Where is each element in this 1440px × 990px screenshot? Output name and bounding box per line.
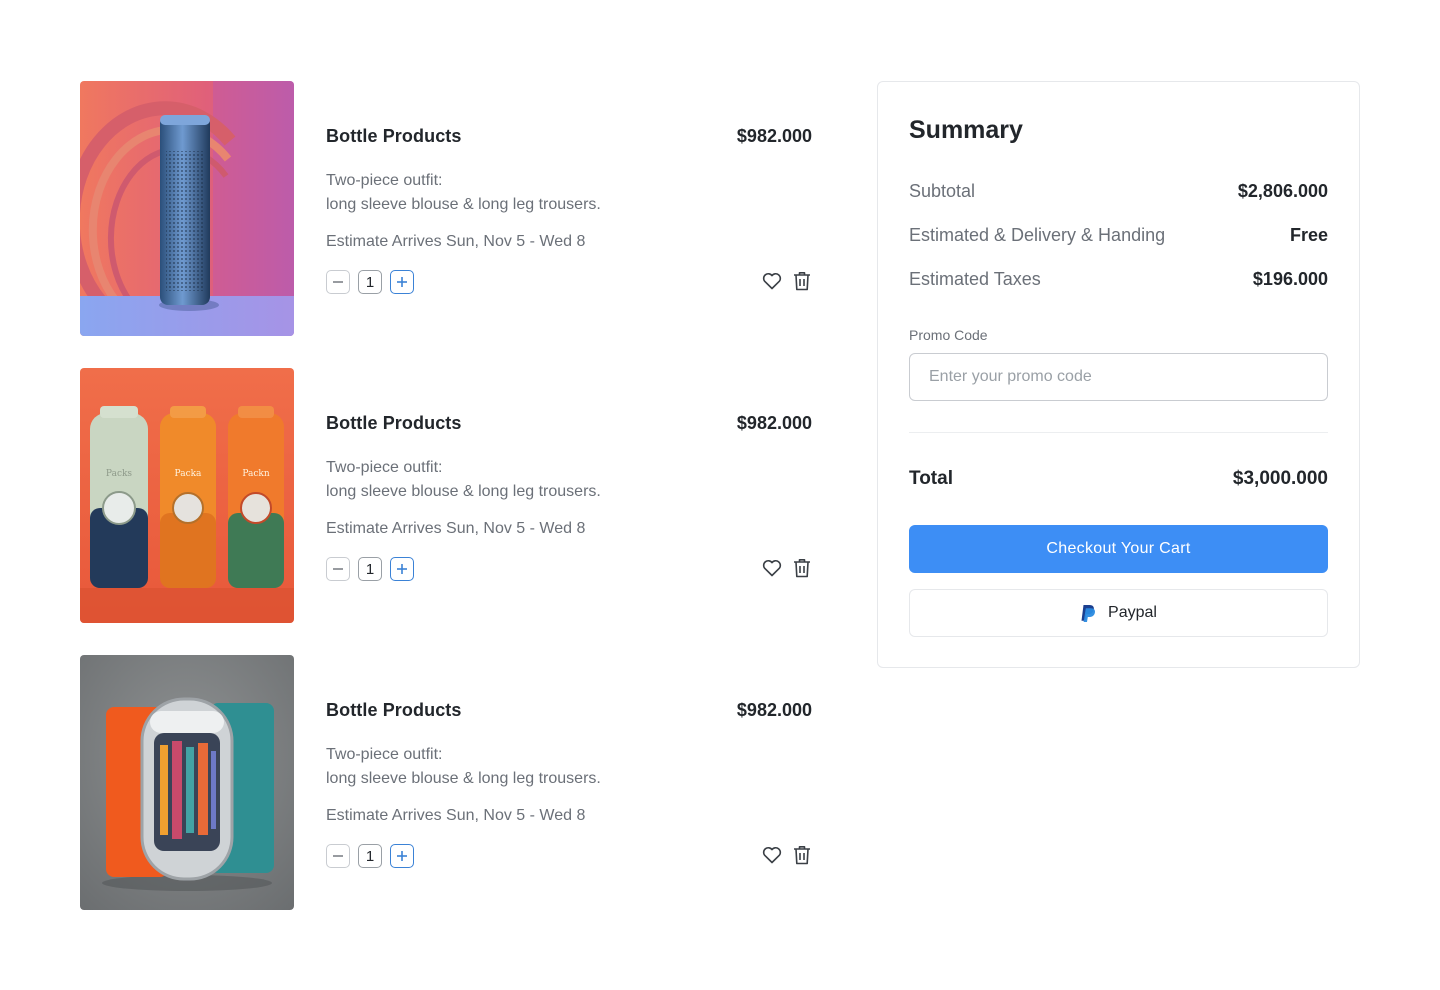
heart-icon <box>762 559 782 577</box>
total-label: Total <box>909 468 953 489</box>
product-description-line: long sleeve blouse & long leg trousers. <box>326 483 601 500</box>
trash-icon <box>794 559 810 578</box>
heart-icon <box>762 272 782 290</box>
decrease-quantity-button[interactable] <box>326 270 350 294</box>
taxes-row: Estimated Taxes $196.000 <box>909 269 1328 290</box>
subtotal-row: Subtotal $2,806.000 <box>909 181 1328 202</box>
heart-icon <box>762 846 782 864</box>
bottle-label: Packn <box>242 469 270 479</box>
quantity-value[interactable]: 1 <box>358 844 382 868</box>
total-row: Total $3,000.000 <box>909 468 1328 490</box>
remove-item-button[interactable] <box>792 270 812 292</box>
product-image-capsule-pack[interactable] <box>80 655 294 910</box>
cart-item: Packs Packa Packn Bottle Products $982.0… <box>80 368 814 624</box>
product-description-line: Two-piece outfit: <box>326 746 443 763</box>
minus-icon <box>333 281 343 283</box>
delivery-label: Estimated & Delivery & Handing <box>909 225 1166 245</box>
trash-icon <box>794 846 810 865</box>
product-price: $982.000 <box>736 126 812 146</box>
order-summary-panel: Summary Subtotal $2,806.000 Estimated & … <box>877 81 1360 668</box>
quantity-stepper: 1 <box>326 844 414 868</box>
subtotal-value: $2,806.000 <box>1237 181 1328 201</box>
trash-icon <box>794 272 810 291</box>
minus-icon <box>333 568 343 570</box>
plus-icon <box>397 277 407 287</box>
product-description-line: long sleeve blouse & long leg trousers. <box>326 196 601 213</box>
delivery-estimate: Estimate Arrives Sun, Nov 5 - Wed 8 <box>326 807 586 824</box>
delivery-estimate: Estimate Arrives Sun, Nov 5 - Wed 8 <box>326 520 586 537</box>
three-bottles-illustration: Packs Packa Packn <box>80 368 294 623</box>
product-image-blue-bottle[interactable] <box>80 81 294 336</box>
product-title[interactable]: Bottle Products <box>326 413 462 434</box>
total-value: $3,000.000 <box>1232 468 1328 489</box>
quantity-stepper: 1 <box>326 270 414 294</box>
wishlist-button[interactable] <box>762 270 782 292</box>
cart-item: Bottle Products $982.000 Two-piece outfi… <box>80 81 814 337</box>
product-title[interactable]: Bottle Products <box>326 700 462 721</box>
product-image-three-bottles[interactable]: Packs Packa Packn <box>80 368 294 623</box>
product-description: Two-piece outfit: long sleeve blouse & l… <box>326 743 601 791</box>
bottle-label: Packa <box>175 469 203 479</box>
quantity-stepper: 1 <box>326 557 414 581</box>
increase-quantity-button[interactable] <box>390 844 414 868</box>
delivery-row: Estimated & Delivery & Handing Free <box>909 225 1328 246</box>
checkout-button[interactable]: Checkout Your Cart <box>909 525 1328 573</box>
product-description: Two-piece outfit: long sleeve blouse & l… <box>326 456 601 504</box>
taxes-value: $196.000 <box>1252 269 1328 289</box>
item-actions <box>762 270 812 292</box>
delivery-value: Free <box>1289 225 1328 245</box>
increase-quantity-button[interactable] <box>390 270 414 294</box>
wishlist-button[interactable] <box>762 844 782 866</box>
remove-item-button[interactable] <box>792 844 812 866</box>
summary-title: Summary <box>909 116 1023 144</box>
taxes-label: Estimated Taxes <box>909 269 1041 289</box>
product-price: $982.000 <box>736 700 812 720</box>
item-actions <box>762 844 812 866</box>
paypal-button[interactable]: Paypal <box>909 589 1328 637</box>
cart-item: Bottle Products $982.000 Two-piece outfi… <box>80 655 814 911</box>
plus-icon <box>397 564 407 574</box>
item-actions <box>762 557 812 579</box>
subtotal-label: Subtotal <box>909 181 976 201</box>
promo-code-input[interactable] <box>909 353 1328 401</box>
increase-quantity-button[interactable] <box>390 557 414 581</box>
remove-item-button[interactable] <box>792 557 812 579</box>
blue-bottle-illustration <box>80 81 294 336</box>
product-title[interactable]: Bottle Products <box>326 126 462 147</box>
decrease-quantity-button[interactable] <box>326 844 350 868</box>
quantity-value[interactable]: 1 <box>358 557 382 581</box>
capsule-pack-illustration <box>80 655 294 910</box>
product-description: Two-piece outfit: long sleeve blouse & l… <box>326 169 601 217</box>
decrease-quantity-button[interactable] <box>326 557 350 581</box>
paypal-label: Paypal <box>1108 604 1157 621</box>
plus-icon <box>397 851 407 861</box>
paypal-icon <box>1081 604 1096 622</box>
delivery-estimate: Estimate Arrives Sun, Nov 5 - Wed 8 <box>326 233 586 250</box>
quantity-value[interactable]: 1 <box>358 270 382 294</box>
bottle-label: Packs <box>106 469 133 479</box>
wishlist-button[interactable] <box>762 557 782 579</box>
product-description-line: long sleeve blouse & long leg trousers. <box>326 770 601 787</box>
product-price: $982.000 <box>736 413 812 433</box>
divider <box>909 432 1328 433</box>
product-description-line: Two-piece outfit: <box>326 459 443 476</box>
product-description-line: Two-piece outfit: <box>326 172 443 189</box>
promo-code-label: Promo Code <box>909 327 988 343</box>
minus-icon <box>333 855 343 857</box>
